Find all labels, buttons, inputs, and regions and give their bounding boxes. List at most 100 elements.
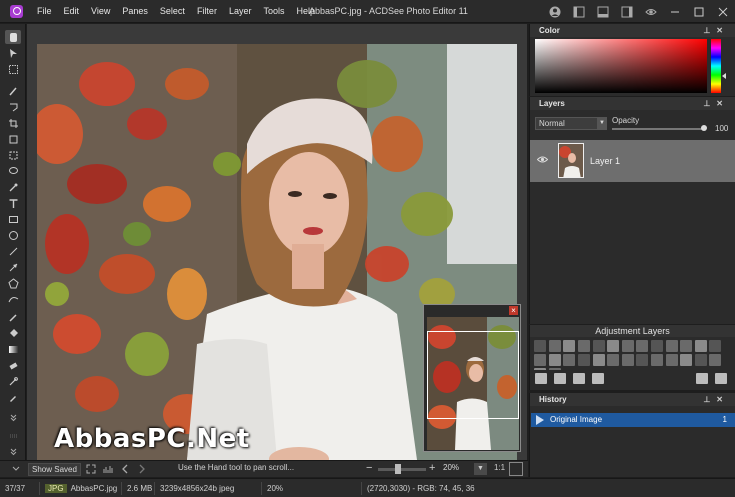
zoom-out-button[interactable]: −: [366, 462, 372, 474]
layer-chat-icon[interactable]: [535, 373, 547, 384]
eyedropper-tool-icon[interactable]: [5, 310, 21, 324]
opacity-slider[interactable]: [612, 128, 704, 130]
toolbar-expand-icon[interactable]: [5, 410, 21, 424]
select-tool-icon[interactable]: [5, 148, 21, 162]
actual-size-button[interactable]: 1:1: [494, 463, 505, 472]
blur-adjustment-icon[interactable]: [578, 354, 591, 366]
menu-file[interactable]: File: [31, 0, 58, 23]
zoom-dropdown-icon[interactable]: ▼: [474, 463, 487, 475]
vignette-adjustment-icon[interactable]: [607, 354, 620, 366]
chevron-down-icon[interactable]: ▼: [597, 118, 607, 129]
threshold-adjustment-icon[interactable]: [534, 354, 547, 366]
menu-layer[interactable]: Layer: [223, 0, 258, 23]
invert-adjustment-icon[interactable]: [694, 340, 707, 352]
hand-tool-icon[interactable]: [5, 30, 21, 44]
fullscreen-icon[interactable]: [84, 462, 98, 476]
crop-tool-icon[interactable]: [5, 116, 21, 130]
fill-tool-icon[interactable]: [5, 326, 21, 340]
sharpen-adjustment-icon[interactable]: [563, 354, 576, 366]
levels-adjustment-icon[interactable]: [534, 340, 547, 352]
ellipse-tool-icon[interactable]: [5, 228, 21, 242]
gradient-tool-icon[interactable]: [5, 342, 21, 356]
polygon-tool-icon[interactable]: [5, 276, 21, 290]
move-tool-icon[interactable]: [5, 46, 21, 60]
panel-pin-close-icon[interactable]: ⊥✕: [703, 24, 729, 37]
line-tool-icon[interactable]: [5, 244, 21, 258]
panel-icon[interactable]: [615, 0, 639, 23]
gradient-map-adjustment-icon[interactable]: [665, 340, 678, 352]
grain-adjustment-icon[interactable]: [621, 354, 634, 366]
account-icon[interactable]: [543, 0, 567, 23]
brightness-adjustment-icon[interactable]: [578, 340, 591, 352]
exposure-adjustment-icon[interactable]: [563, 340, 576, 352]
close-icon[interactable]: [711, 0, 735, 23]
panel-pin-close-icon[interactable]: ⊥✕: [703, 97, 729, 110]
photo-filter-adjustment-icon[interactable]: [651, 340, 664, 352]
arrow-tool-icon[interactable]: [5, 260, 21, 274]
navigator-panel[interactable]: ×: [423, 304, 521, 452]
hue-slider[interactable]: [711, 39, 721, 93]
eye-icon[interactable]: [639, 0, 663, 23]
minimize-icon[interactable]: [663, 0, 687, 23]
clone-tool-icon[interactable]: [5, 374, 21, 388]
color-balance-adjustment-icon[interactable]: [607, 340, 620, 352]
layout-icon[interactable]: [567, 0, 591, 23]
opacity-slider-knob[interactable]: [701, 125, 707, 131]
image-canvas[interactable]: AbbasPC.Net ×: [27, 24, 527, 460]
dropper-alt-tool-icon[interactable]: [5, 390, 21, 404]
zoom-slider-knob[interactable]: [395, 464, 401, 474]
menu-tools[interactable]: Tools: [257, 0, 290, 23]
menu-filter[interactable]: Filter: [191, 0, 223, 23]
lasso-free-tool-icon[interactable]: [5, 164, 21, 178]
bw-adjustment-icon[interactable]: [665, 354, 678, 366]
tone-adjustment-icon[interactable]: [636, 354, 649, 366]
hue-slider-arrow-icon[interactable]: [722, 73, 726, 79]
delete-layer-icon[interactable]: [573, 373, 585, 384]
curves-adjustment-icon[interactable]: [548, 340, 561, 352]
hsl-adjustment-icon[interactable]: [621, 340, 634, 352]
text-tool-icon[interactable]: [5, 196, 21, 210]
layer-menu-icon[interactable]: [696, 373, 708, 384]
navigator-close-icon[interactable]: ×: [509, 306, 518, 315]
dehaze-adjustment-icon[interactable]: [709, 354, 722, 366]
lasso-tool-icon[interactable]: [5, 100, 21, 114]
marquee-tool-icon[interactable]: [5, 62, 21, 76]
channel-mixer-adjustment-icon[interactable]: [651, 354, 664, 366]
menu-select[interactable]: Select: [154, 0, 191, 23]
layout-alt-icon[interactable]: [591, 0, 615, 23]
brush-tool-icon[interactable]: [5, 84, 21, 98]
white-balance-adjustment-icon[interactable]: [548, 354, 561, 366]
color-lut-adjustment-icon[interactable]: [680, 340, 693, 352]
eraser-tool-icon[interactable]: [5, 358, 21, 372]
fit-to-window-icon[interactable]: [509, 462, 523, 476]
maximize-icon[interactable]: [687, 0, 711, 23]
panel-pin-close-icon[interactable]: ⊥✕: [703, 393, 729, 406]
split-tone-adjustment-icon[interactable]: [680, 354, 693, 366]
histogram-icon[interactable]: [101, 462, 115, 476]
zoom-slider[interactable]: [378, 464, 426, 474]
show-saved-button[interactable]: Show Saved: [28, 462, 81, 476]
toolbar-expand-more-icon[interactable]: [5, 444, 21, 458]
history-item[interactable]: Original Image 1: [531, 413, 735, 427]
layer-row[interactable]: Layer 1: [530, 140, 735, 182]
next-image-icon[interactable]: [135, 462, 149, 476]
previous-image-icon[interactable]: [118, 462, 132, 476]
vibrance-adjustment-icon[interactable]: [636, 340, 649, 352]
magic-wand-tool-icon[interactable]: [5, 180, 21, 194]
blend-mode-select[interactable]: Normal ▼: [535, 117, 607, 130]
rectangle-tool-icon[interactable]: [5, 212, 21, 226]
curve-tool-icon[interactable]: [5, 292, 21, 306]
zoom-in-button[interactable]: +: [429, 462, 435, 474]
color-picker-field[interactable]: [535, 39, 707, 93]
layer-visibility-eye-icon[interactable]: [537, 155, 548, 164]
noise-adjustment-icon[interactable]: [592, 354, 605, 366]
light-eq-adjustment-icon[interactable]: [592, 340, 605, 352]
menu-panes[interactable]: Panes: [116, 0, 154, 23]
panel-expand-icon[interactable]: [9, 462, 23, 476]
add-layer-icon[interactable]: [554, 373, 566, 384]
layer-flatten-icon[interactable]: [715, 373, 727, 384]
shadows-adjustment-icon[interactable]: [694, 354, 707, 366]
transform-tool-icon[interactable]: [5, 132, 21, 146]
menu-view[interactable]: View: [85, 0, 116, 23]
layer-mask-icon[interactable]: [592, 373, 604, 384]
